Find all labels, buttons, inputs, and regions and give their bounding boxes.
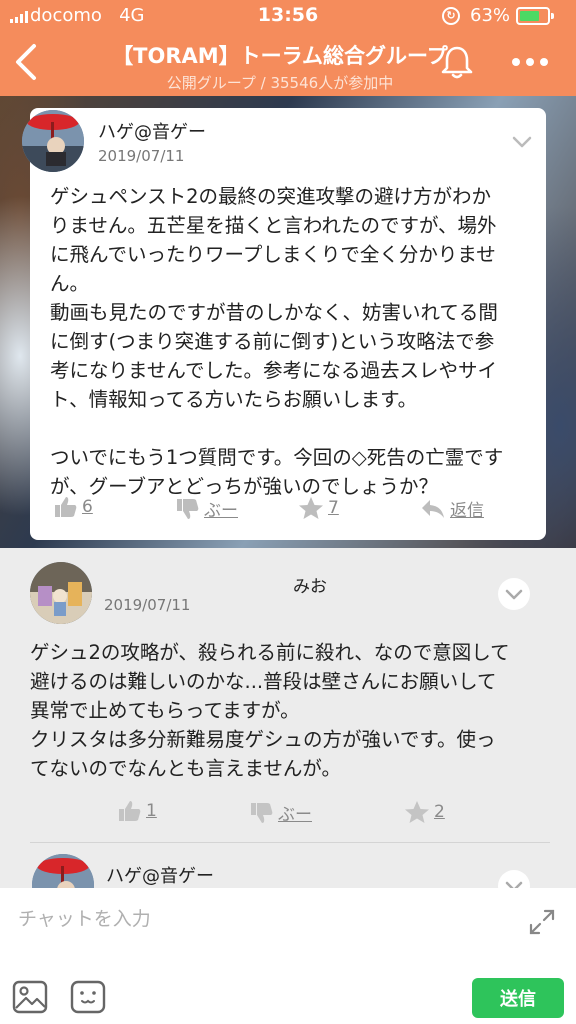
comment-date: 2019/07/11 — [104, 596, 191, 614]
dislike-label: ぶー — [278, 805, 312, 825]
thumbs-up-icon — [55, 497, 77, 517]
star-button[interactable]: 7 — [298, 496, 339, 520]
post-date: 2019/07/11 — [98, 147, 185, 165]
avatar[interactable] — [22, 110, 84, 172]
like-count: 6 — [82, 497, 93, 517]
reply-button[interactable]: 返信 — [420, 496, 484, 521]
post-author[interactable]: ハゲ@音ゲー — [98, 118, 206, 144]
comment-divider — [30, 842, 550, 843]
comment-body: ゲシュ2の攻略が、殺られる前に殺れ、なので意図して 避けるのは難しいのかな...… — [30, 638, 550, 783]
post-line: ついでにもう1つ質問です。今回の◇死告の亡霊です — [50, 446, 504, 469]
comment-line: 異常で止めてもらってますが。 — [30, 699, 300, 722]
comment-line: てないのでなんとも言えませんが。 — [30, 757, 342, 780]
comment-menu-button[interactable] — [498, 578, 530, 610]
battery-icon — [516, 7, 554, 25]
chevron-down-icon — [505, 589, 523, 600]
like-button[interactable]: 1 — [118, 800, 157, 822]
like-button[interactable]: 6 — [54, 496, 93, 518]
star-icon — [299, 497, 323, 519]
post-body: ゲシュペンスト2の最終の突進攻撃の避け方がわか りません。五芒星を描くと言われた… — [50, 182, 534, 501]
rotation-lock-icon: ↻ — [442, 7, 460, 25]
thumbs-down-icon — [177, 498, 199, 519]
thumbs-down-icon — [251, 802, 273, 823]
star-count: 7 — [328, 498, 339, 518]
post-line: ゲシュペンスト2の最終の突進攻撃の避け方がわか — [50, 185, 492, 208]
comment-author[interactable]: みお — [0, 572, 576, 597]
expand-icon[interactable] — [526, 906, 558, 938]
post-line: に飛んでいったりワープしまくりで全く分かりませ — [50, 243, 496, 266]
post-spacer — [50, 414, 534, 443]
group-subtitle: 公開グループ / 35546人が参加中 — [166, 74, 394, 92]
like-count: 1 — [146, 801, 157, 821]
chat-input-bar: 送信 — [0, 888, 576, 1024]
comment-line: 避けるのは難しいのかな...普段は壁さんにお願いして — [30, 670, 497, 693]
comment-line: ゲシュ2の攻略が、殺られる前に殺れ、なので意図して — [30, 641, 510, 664]
back-arrow-icon[interactable] — [12, 42, 40, 82]
app-header: docomo 4G 13:56 ↻ 63% 【TORAM】トーラム総合グループ … — [0, 0, 576, 96]
post-line: りません。五芒星を描くと言われたのですが、場外 — [50, 214, 497, 237]
post-line: に倒す(つまり突進する前に倒す)という攻略法で参 — [50, 330, 495, 353]
post-line: ト、情報知ってる方いたらお願いします。 — [50, 388, 418, 411]
star-button[interactable]: 2 — [404, 800, 445, 824]
comment-line: クリスタは多分新難易度ゲシュの方が強いです。使っ — [30, 728, 496, 751]
image-icon[interactable] — [12, 980, 48, 1014]
chat-input[interactable] — [18, 902, 498, 936]
dislike-button[interactable]: ぶー — [176, 496, 238, 521]
star-icon — [405, 801, 429, 823]
post-line: ん。 — [50, 272, 90, 295]
dislike-label: ぶー — [204, 501, 238, 521]
dislike-button[interactable]: ぶー — [250, 800, 312, 825]
reply-label: 返信 — [450, 501, 484, 521]
group-title: 【TORAM】トーラム総合グループ — [112, 44, 448, 68]
battery-percent: 63% — [470, 5, 511, 26]
bell-icon[interactable] — [440, 44, 474, 80]
chevron-down-icon[interactable] — [510, 132, 534, 152]
comment-author[interactable]: ハゲ@音ゲー — [106, 862, 214, 888]
post-line: 動画も見たのですが昔のしかなく、妨害いれてる間 — [50, 301, 498, 324]
thumbs-up-icon — [119, 801, 141, 821]
group-title-block[interactable]: 【TORAM】トーラム総合グループ 公開グループ / 35546人が参加中 — [80, 40, 480, 93]
post-line: 考になりませんでした。参考になる過去スレやサイ — [50, 359, 497, 382]
status-bar: docomo 4G 13:56 ↻ 63% — [0, 0, 576, 32]
reply-icon — [422, 499, 444, 518]
star-count: 2 — [434, 802, 445, 822]
more-icon[interactable] — [512, 52, 556, 72]
stamp-icon[interactable] — [70, 980, 106, 1014]
send-button[interactable]: 送信 — [472, 978, 564, 1018]
